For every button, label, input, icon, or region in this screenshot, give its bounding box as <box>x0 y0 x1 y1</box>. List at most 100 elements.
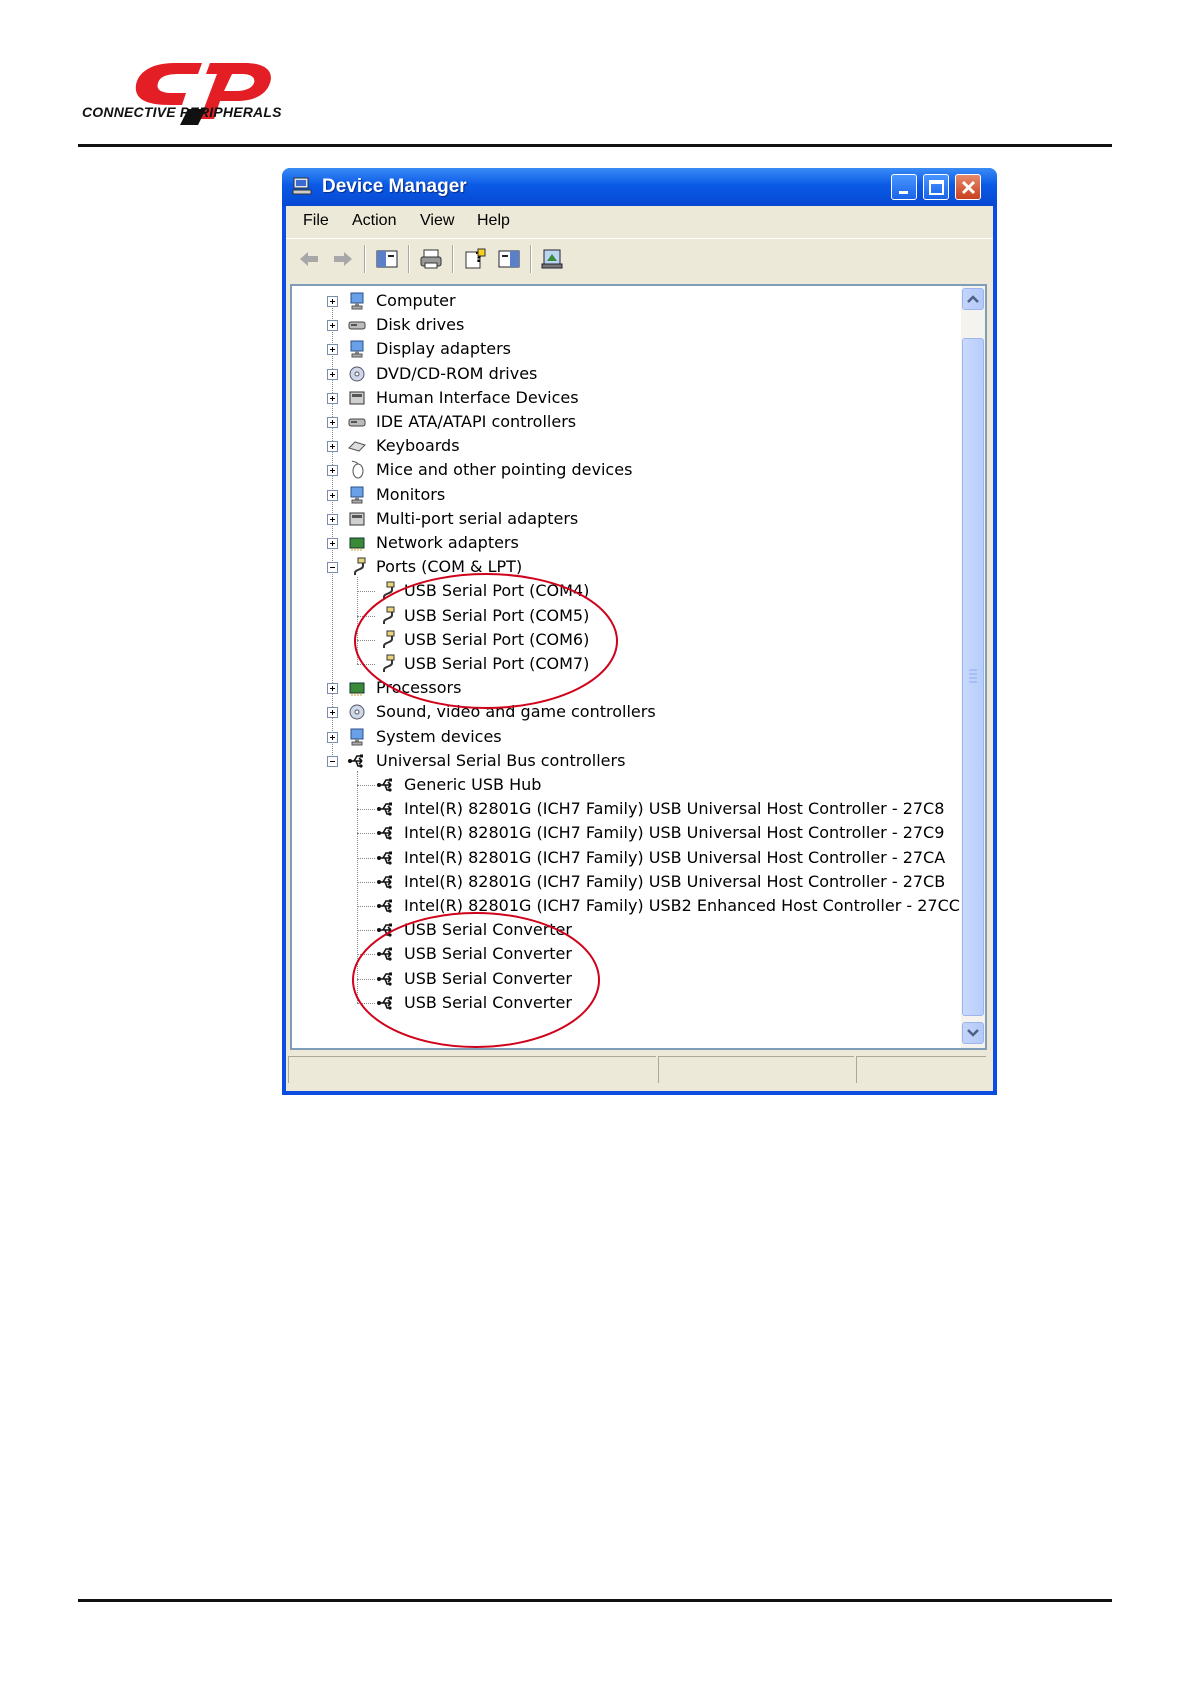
collapse-toggle[interactable] <box>327 755 338 767</box>
tree-child-label: USB Serial Port (COM7) <box>404 654 590 673</box>
tree-item[interactable]: Display adapters <box>292 337 932 361</box>
scan-hardware-icon[interactable] <box>540 247 566 271</box>
tree-child-item[interactable]: USB Serial Port (COM5) <box>292 604 932 628</box>
expand-toggle[interactable] <box>327 320 338 332</box>
expand-toggle[interactable] <box>327 296 338 307</box>
expand-toggle[interactable] <box>327 489 338 501</box>
expand-toggle[interactable] <box>327 392 338 404</box>
collapse-toggle[interactable] <box>327 562 338 574</box>
vertical-scrollbar[interactable] <box>961 286 985 1048</box>
logo-text: CONNECTIVE PERIPHERALS <box>82 104 282 120</box>
tree-item-label: Keyboards <box>376 436 460 456</box>
expand-toggle[interactable] <box>327 731 338 743</box>
tree-item[interactable]: Universal Serial Bus controllers <box>292 749 932 773</box>
ide-controller-icon <box>348 418 366 427</box>
view-pane-icon[interactable] <box>496 247 522 271</box>
tree-child-item[interactable]: USB Serial Port (COM6) <box>292 628 932 652</box>
tree-item[interactable]: Processors <box>292 676 932 700</box>
tree-child-item[interactable]: Intel(R) 82801G (ICH7 Family) USB Univer… <box>292 870 945 894</box>
tree-child-item[interactable]: Intel(R) 82801G (ICH7 Family) USB Univer… <box>292 797 944 821</box>
expand-toggle[interactable] <box>327 441 338 453</box>
close-button[interactable] <box>955 174 981 200</box>
tree-item[interactable]: Monitors <box>292 483 932 507</box>
close-icon <box>961 180 976 195</box>
chevron-down-icon <box>967 1029 979 1037</box>
computer-icon <box>292 177 312 195</box>
tree-child-item[interactable]: USB Serial Converter <box>292 991 932 1015</box>
tree-child-item[interactable]: USB Serial Converter <box>292 967 932 991</box>
tree-child-item[interactable]: USB Serial Converter <box>292 942 932 966</box>
print-icon[interactable] <box>418 247 444 271</box>
tree-item-label: Display adapters <box>376 339 512 359</box>
tree-item-label: Computer <box>376 291 456 310</box>
title-bar[interactable]: Device Manager <box>282 168 997 206</box>
tree-item[interactable]: System devices <box>292 725 932 749</box>
tree-child-label: USB Serial Port (COM6) <box>404 629 590 649</box>
tree-item[interactable]: Mice and other pointing devices <box>292 458 932 482</box>
expand-toggle[interactable] <box>327 465 338 477</box>
scroll-up-button[interactable] <box>962 288 984 310</box>
usb-icon <box>348 754 363 768</box>
minimize-icon <box>899 191 908 194</box>
menu-file[interactable]: File <box>303 212 329 230</box>
scroll-thumb[interactable] <box>962 338 984 1016</box>
tree-item[interactable]: Multi-port serial adapters <box>292 507 932 531</box>
serial-port-icon <box>383 581 395 600</box>
expand-toggle[interactable] <box>327 538 338 549</box>
cdrom-icon <box>349 366 365 382</box>
tree-item[interactable]: Network adapters <box>292 531 932 555</box>
back-arrow-icon[interactable] <box>296 247 322 271</box>
menu-action[interactable]: Action <box>352 212 396 230</box>
tree-child-item[interactable]: Generic USB Hub <box>292 773 932 797</box>
window-body: File Action View Help ? Computer Disk dri… <box>286 206 993 1091</box>
tree-child-item[interactable]: Intel(R) 82801G (ICH7 Family) USB2 Enhan… <box>292 894 960 918</box>
tree-item[interactable]: Keyboards <box>292 434 932 458</box>
menu-help[interactable]: Help <box>477 212 510 230</box>
tree-item[interactable]: Human Interface Devices <box>292 386 932 410</box>
expand-toggle[interactable] <box>327 683 338 695</box>
expand-toggle[interactable] <box>327 707 338 719</box>
processor-icon <box>349 682 365 697</box>
minimize-button[interactable] <box>891 174 917 200</box>
tree-item[interactable]: Disk drives <box>292 313 932 337</box>
tree-child-item[interactable]: Intel(R) 82801G (ICH7 Family) USB Univer… <box>292 821 944 845</box>
tree-item[interactable]: Ports (COM & LPT) <box>292 555 932 579</box>
tree-child-label: USB Serial Port (COM5) <box>404 605 590 625</box>
scroll-down-button[interactable] <box>962 1022 984 1044</box>
tree-child-item[interactable]: USB Serial Port (COM4) <box>292 579 932 603</box>
usb-icon <box>377 851 392 865</box>
device-manager-window: Device Manager File Action View Help ? C… <box>282 168 997 1095</box>
tree-child-item[interactable]: Intel(R) 82801G (ICH7 Family) USB Univer… <box>292 846 945 870</box>
maximize-icon <box>929 180 944 195</box>
expand-toggle[interactable] <box>327 344 338 356</box>
computer-icon <box>350 292 364 310</box>
tree-item-label: Human Interface Devices <box>376 387 579 407</box>
show-hide-tree-icon[interactable] <box>374 247 400 271</box>
tree-child-item[interactable]: USB Serial Converter <box>292 918 932 942</box>
tree-item-label: Processors <box>376 678 462 698</box>
properties-help-icon[interactable]: ? <box>462 247 488 271</box>
menu-bar: File Action View Help <box>286 206 993 236</box>
tree-child-label: Intel(R) 82801G (ICH7 Family) USB Univer… <box>404 823 945 843</box>
status-pane <box>288 1056 656 1083</box>
tree-item-label: Universal Serial Bus controllers <box>376 750 626 770</box>
expand-toggle[interactable] <box>327 513 338 525</box>
sound-icon <box>349 704 365 720</box>
tree-child-label: USB Serial Port (COM4) <box>404 581 590 601</box>
expand-toggle[interactable] <box>327 368 338 380</box>
monitor-icon <box>350 486 364 504</box>
tree-child-label: USB Serial Converter <box>404 920 572 940</box>
tree-child-item[interactable]: USB Serial Port (COM7) <box>292 652 932 676</box>
tree-item-label: Disk drives <box>376 315 465 335</box>
tree-child-label: USB Serial Converter <box>404 944 572 964</box>
tree-item[interactable]: DVD/CD-ROM drives <box>292 362 932 386</box>
forward-arrow-icon[interactable] <box>330 247 356 271</box>
maximize-button[interactable] <box>923 174 949 200</box>
tree-item[interactable]: Sound, video and game controllers <box>292 700 932 724</box>
tree-item[interactable]: IDE ATA/ATAPI controllers <box>292 410 932 434</box>
hid-icon <box>349 391 365 405</box>
serial-port-icon <box>383 606 395 624</box>
menu-view[interactable]: View <box>420 212 454 230</box>
tree-item[interactable]: Computer <box>292 289 932 313</box>
expand-toggle[interactable] <box>327 417 338 428</box>
